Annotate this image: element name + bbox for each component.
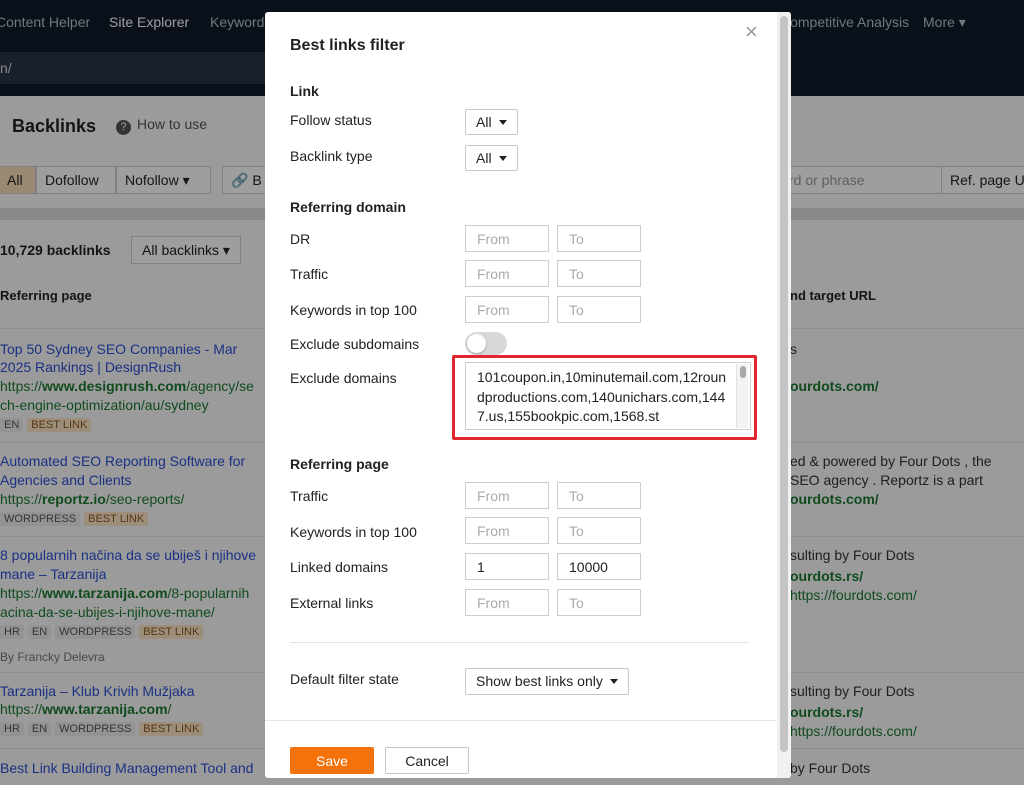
follow-status-value: All	[476, 114, 492, 130]
section-divider	[290, 642, 749, 643]
linked-domains-from-input[interactable]	[465, 553, 549, 580]
backlink-type-value: All	[476, 150, 492, 166]
rd-keywords-label: Keywords in top 100	[290, 302, 417, 318]
default-filter-state-value: Show best links only	[476, 673, 603, 689]
backlink-type-label: Backlink type	[290, 148, 373, 164]
section-link: Link	[290, 83, 319, 99]
exclude-subdomains-toggle[interactable]	[465, 332, 507, 355]
dialog-title: Best links filter	[290, 37, 405, 54]
rp-keywords-from-input[interactable]	[465, 517, 549, 544]
linked-domains-label: Linked domains	[290, 559, 389, 575]
footer-divider	[265, 720, 777, 721]
dr-label: DR	[290, 231, 311, 247]
rd-keywords-from-input[interactable]	[465, 296, 549, 323]
rd-traffic-label: Traffic	[290, 266, 329, 282]
follow-status-dropdown[interactable]: All	[465, 109, 518, 135]
backlink-type-dropdown[interactable]: All	[465, 145, 518, 171]
best-links-filter-dialog: Best links filter × Link Follow status A…	[265, 12, 791, 778]
rd-traffic-from-input[interactable]	[465, 260, 549, 287]
external-links-from-input[interactable]	[465, 589, 549, 616]
rp-keywords-label: Keywords in top 100	[290, 524, 417, 540]
rd-traffic-to-input[interactable]	[557, 260, 641, 287]
section-referring-domain: Referring domain	[290, 199, 406, 215]
external-links-label: External links	[290, 595, 374, 611]
exclude-domains-textarea[interactable]: 101coupon.in,10minutemail.com,12roundpro…	[465, 362, 751, 430]
rp-traffic-label: Traffic	[290, 488, 329, 504]
rp-keywords-to-input[interactable]	[557, 517, 641, 544]
linked-domains-to-input[interactable]	[557, 553, 641, 580]
default-filter-state-label: Default filter state	[290, 671, 399, 687]
toggle-knob	[467, 334, 486, 353]
rp-traffic-from-input[interactable]	[465, 482, 549, 509]
save-button[interactable]: Save	[290, 747, 374, 774]
cancel-button[interactable]: Cancel	[385, 747, 469, 774]
dr-to-input[interactable]	[557, 225, 641, 252]
rd-keywords-to-input[interactable]	[557, 296, 641, 323]
section-referring-page: Referring page	[290, 456, 389, 472]
follow-status-label: Follow status	[290, 112, 372, 128]
textarea-scrollbar[interactable]	[736, 364, 748, 428]
default-filter-state-dropdown[interactable]: Show best links only	[465, 668, 629, 695]
textarea-scrollbar-thumb[interactable]	[740, 366, 746, 378]
external-links-to-input[interactable]	[557, 589, 641, 616]
caret-down-icon	[498, 156, 507, 161]
rp-traffic-to-input[interactable]	[557, 482, 641, 509]
caret-down-icon	[498, 120, 507, 125]
exclude-subdomains-label: Exclude subdomains	[290, 336, 420, 352]
exclude-domains-label: Exclude domains	[290, 370, 397, 386]
caret-down-icon	[609, 679, 618, 684]
dialog-scrollbar-thumb[interactable]	[780, 16, 788, 752]
dr-from-input[interactable]	[465, 225, 549, 252]
close-icon[interactable]: ×	[745, 21, 763, 43]
